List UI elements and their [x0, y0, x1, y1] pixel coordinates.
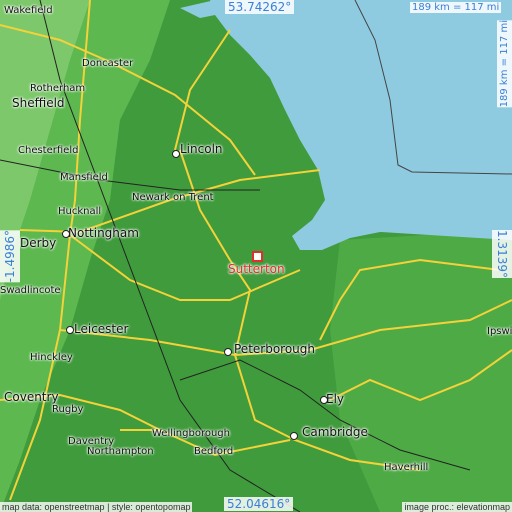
- coord-left: -1.4986°: [0, 230, 20, 283]
- location-marker[interactable]: [252, 251, 263, 262]
- city-label: Chesterfield: [18, 145, 79, 156]
- city-label: Doncaster: [82, 58, 134, 69]
- city-label: Ipswich: [487, 326, 512, 337]
- city-label: Hinckley: [30, 352, 73, 363]
- city-label: Rotherham: [30, 83, 86, 94]
- city-label: Newark on Trent: [132, 192, 214, 203]
- city-label: Wellingborough: [152, 428, 230, 439]
- scale-horizontal: 189 km = 117 mi: [410, 2, 502, 13]
- city-label: Sheffield: [12, 96, 65, 110]
- city-dot: [172, 150, 180, 158]
- city-label: Bedford: [194, 446, 234, 457]
- scale-vertical: 189 km = 117 mi: [497, 20, 512, 108]
- city-label: Wakefield: [4, 5, 53, 16]
- city-dot: [320, 396, 328, 404]
- city-dot: [290, 432, 298, 440]
- attribution-left: map data: openstreetmap | style: opentop…: [0, 502, 193, 512]
- city-label: Hucknall: [58, 206, 102, 217]
- city-dot: [224, 348, 232, 356]
- city-label: Rugby: [52, 404, 84, 415]
- coord-right: 1.3139°: [492, 230, 512, 278]
- city-label: Northampton: [87, 446, 154, 457]
- city-label: Peterborough: [234, 342, 316, 356]
- city-label: Ely: [326, 392, 345, 406]
- map-canvas[interactable]: Wakefield Doncaster Rotherham Sheffield …: [0, 0, 512, 512]
- city-dot: [66, 326, 74, 334]
- city-label: Nottingham: [68, 226, 139, 240]
- coord-bottom: 52.04616°: [224, 497, 294, 511]
- city-label: Leicester: [74, 322, 129, 336]
- city-label: Swadlincote: [0, 285, 61, 296]
- city-label: Mansfield: [60, 172, 108, 183]
- attribution-right: image proc.: elevationmap: [402, 502, 512, 512]
- city-label: Cambridge: [302, 425, 368, 439]
- city-label: Lincoln: [180, 142, 223, 156]
- city-label: Coventry: [4, 390, 59, 404]
- location-label: Sutterton: [228, 262, 285, 276]
- city-label: Haverhill: [384, 462, 429, 473]
- city-dot: [62, 230, 70, 238]
- coord-top: 53.74262°: [225, 0, 295, 14]
- city-label: Derby: [20, 236, 57, 250]
